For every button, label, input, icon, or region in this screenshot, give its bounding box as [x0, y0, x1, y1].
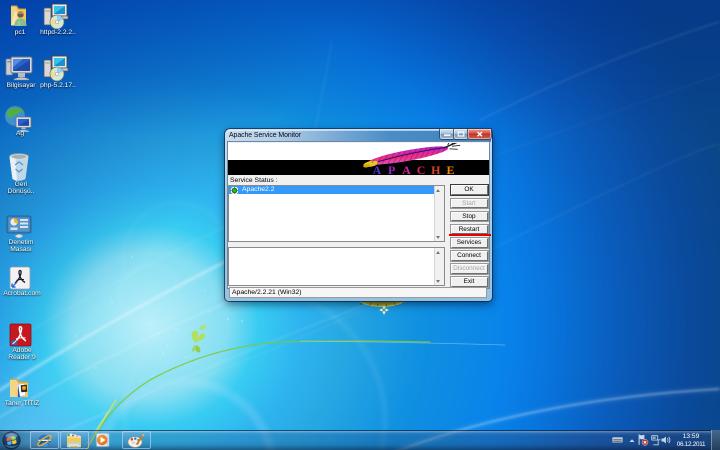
- svg-text:H: H: [431, 163, 441, 175]
- svg-text:C: C: [417, 163, 426, 175]
- svg-text:A: A: [373, 163, 382, 175]
- svg-text:E: E: [446, 163, 454, 175]
- svg-text:A: A: [402, 163, 411, 175]
- svg-text:P: P: [388, 163, 395, 175]
